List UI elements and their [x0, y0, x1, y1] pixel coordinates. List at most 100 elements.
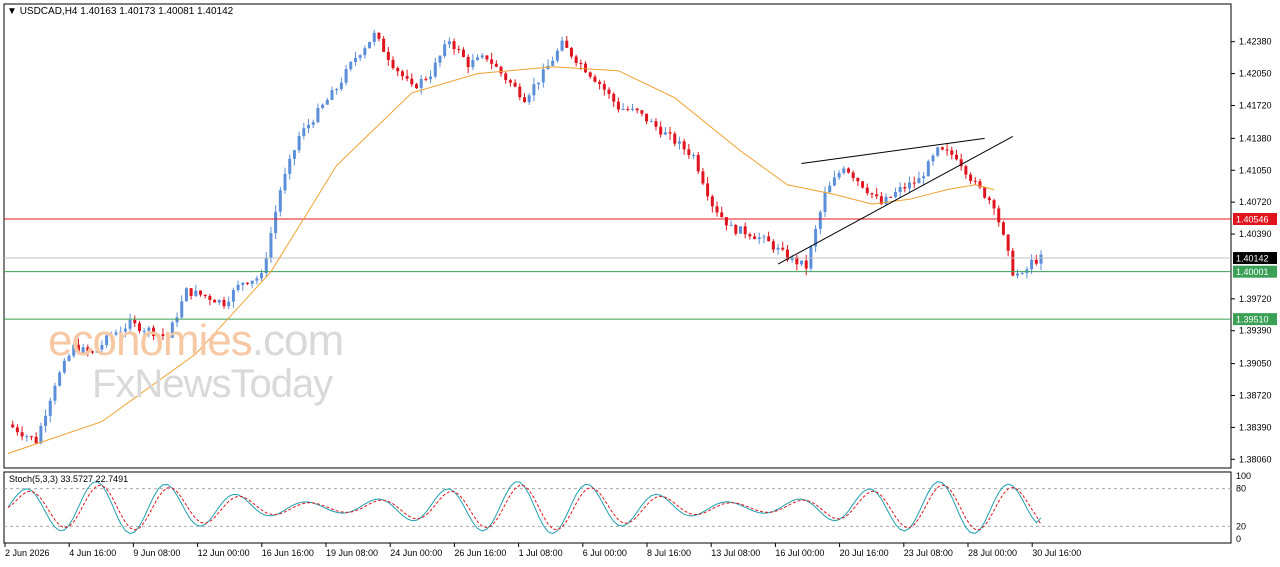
candle-body [997, 208, 1001, 223]
candle-body [762, 236, 766, 238]
candle-body [1016, 273, 1020, 276]
candle-body [832, 177, 836, 186]
candle-body [692, 154, 696, 156]
candle-body [438, 55, 442, 63]
candle-body [11, 424, 15, 428]
candle-body [818, 212, 822, 229]
candle-body [180, 301, 184, 318]
candle-body [321, 104, 325, 108]
candle-body [1006, 234, 1010, 251]
candle-body [743, 226, 747, 235]
candle-body [616, 101, 620, 110]
stoch-scale-label: 80 [1236, 484, 1246, 494]
candle-body [950, 150, 954, 155]
x-tick-label: 19 Jun 08:00 [326, 548, 378, 558]
candle-body [471, 60, 475, 68]
x-tick-label: 4 Jun 16:00 [69, 548, 116, 558]
candle-body [480, 55, 484, 58]
candle-body [828, 185, 832, 193]
candle-body [25, 436, 29, 438]
candle-body [917, 178, 921, 184]
candle-body [654, 121, 658, 127]
candle-body [44, 415, 48, 426]
candle-body [626, 108, 630, 110]
candle-body [1039, 254, 1043, 264]
wedge-upper-trendline [801, 137, 985, 164]
x-tick-label: 9 Jun 08:00 [133, 548, 180, 558]
candle-body [738, 226, 742, 234]
y-tick-label: 1.39050 [1239, 359, 1272, 369]
candle-body [53, 385, 57, 401]
candle-body [292, 150, 296, 159]
y-tick-label: 1.38060 [1239, 454, 1272, 464]
candle-body [757, 237, 761, 240]
candle-body [767, 236, 771, 242]
candle-body [903, 187, 907, 189]
chart-header: ▼ USDCAD,H4 1.40163 1.40173 1.40081 1.40… [7, 6, 233, 17]
candle-body [612, 93, 616, 102]
candle-body [457, 49, 461, 51]
x-tick-label: 13 Jul 08:00 [711, 548, 760, 558]
candle-body [269, 233, 273, 259]
candle-body [753, 236, 757, 240]
candle-body [720, 212, 724, 218]
candle-body [1020, 272, 1024, 274]
candle-body [372, 32, 376, 42]
candle-body [382, 38, 386, 52]
candle-body [851, 172, 855, 178]
x-tick-label: 28 Jul 00:00 [968, 548, 1017, 558]
x-tick-label: 20 Jul 16:00 [840, 548, 889, 558]
y-tick-label: 1.40390 [1239, 229, 1272, 239]
candle-body [339, 82, 343, 90]
candle-body [555, 50, 559, 61]
candle-body [236, 284, 240, 290]
symbol-timeframe: USDCAD,H4 [19, 6, 78, 17]
candle-body [687, 149, 691, 156]
candle-body [663, 132, 667, 135]
candle-body [875, 194, 879, 197]
candle-body [184, 288, 188, 302]
candle-body [227, 301, 231, 307]
candle-body [729, 225, 733, 227]
candle-body [39, 425, 43, 444]
candle-body [856, 177, 860, 182]
candle-body [316, 107, 320, 123]
candle-body [217, 299, 221, 303]
candle-body [518, 86, 522, 98]
candle-body [621, 108, 625, 110]
candle-body [419, 78, 423, 89]
candle-body [260, 273, 264, 279]
candle-body [748, 234, 752, 237]
candle-body [983, 187, 987, 198]
candle-body [523, 97, 526, 103]
candle-body [842, 168, 846, 173]
candle-body [837, 172, 841, 178]
candle-body [776, 247, 780, 250]
candle-body [20, 432, 24, 437]
support-1-tag-label: 1.40001 [1236, 267, 1269, 277]
x-tick-label: 16 Jul 00:00 [775, 548, 824, 558]
candle-body [34, 436, 38, 444]
chart-canvas: 1.42380 1.42050 1.41720 1.41380 1.41050 1.407… [3, 3, 1277, 558]
y-tick-label: 1.39720 [1239, 294, 1272, 304]
y-tick-label: 1.42380 [1239, 37, 1272, 47]
candle-body [461, 49, 465, 57]
dropdown-arrow-icon[interactable]: ▼ [7, 6, 17, 17]
candle-body [231, 289, 235, 302]
candle-body [508, 80, 512, 83]
candle-body [884, 196, 888, 205]
candle-body [288, 158, 292, 174]
candle-body [213, 299, 217, 303]
candle-body [424, 78, 428, 80]
candle-body [283, 173, 287, 191]
watermark-economies: economies.com [48, 316, 344, 365]
candle-body [15, 427, 19, 433]
candle-body [607, 89, 611, 94]
candle-body [771, 241, 775, 250]
candle-body [485, 55, 489, 60]
candle-body [584, 63, 588, 73]
x-tick-label: 16 Jun 16:00 [262, 548, 314, 558]
candle-body [537, 82, 541, 85]
candle-body [199, 290, 203, 295]
candle-body [330, 90, 334, 100]
